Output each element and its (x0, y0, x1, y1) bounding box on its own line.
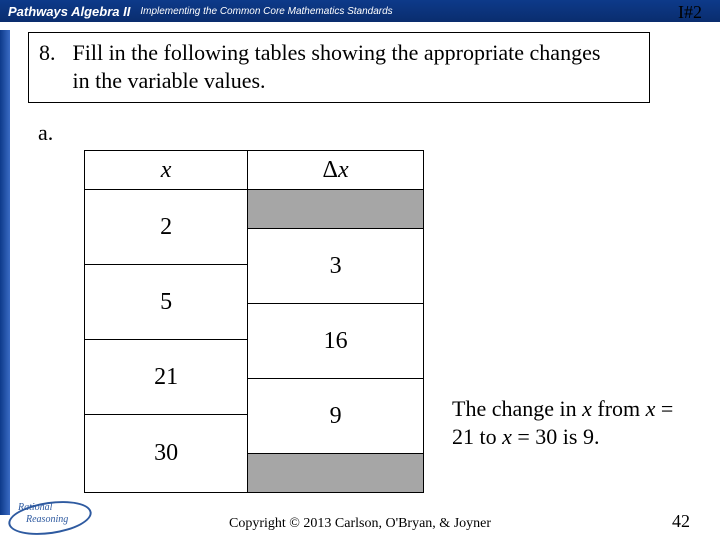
question-text: Fill in the following tables showing the… (73, 39, 613, 94)
question-box: 8. Fill in the following tables showing … (28, 32, 650, 103)
col-header-x: x (85, 151, 248, 190)
data-table: x Δx 2 3 5 16 21 9 30 (84, 150, 424, 493)
dx-val-2: 9 (248, 379, 424, 454)
col-header-dx: Δx (248, 151, 424, 190)
dx-val-0: 3 (248, 229, 424, 304)
dx-val-1: 16 (248, 304, 424, 379)
x-val-0: 2 (85, 190, 248, 265)
dx-shade-top (248, 190, 424, 229)
explanation-note: The change in x from x = 21 to x = 30 is… (452, 395, 682, 450)
x-val-1: 5 (85, 265, 248, 340)
header-bar: Pathways Algebra II Implementing the Com… (0, 0, 720, 22)
x-val-3: 30 (85, 415, 248, 493)
page-tag: I#2 (678, 2, 702, 23)
copyright-footer: Copyright © 2013 Carlson, O'Bryan, & Joy… (0, 516, 720, 532)
dx-shade-bottom (248, 454, 424, 493)
page-number: 42 (672, 511, 690, 532)
brand-title: Pathways Algebra II (8, 4, 130, 19)
left-accent-band (0, 30, 10, 515)
question-number: 8. (39, 39, 67, 67)
x-val-2: 21 (85, 340, 248, 415)
part-label-a: a. (38, 120, 53, 146)
logo-line1: Rational (18, 502, 52, 513)
brand-subtitle: Implementing the Common Core Mathematics… (140, 6, 392, 17)
